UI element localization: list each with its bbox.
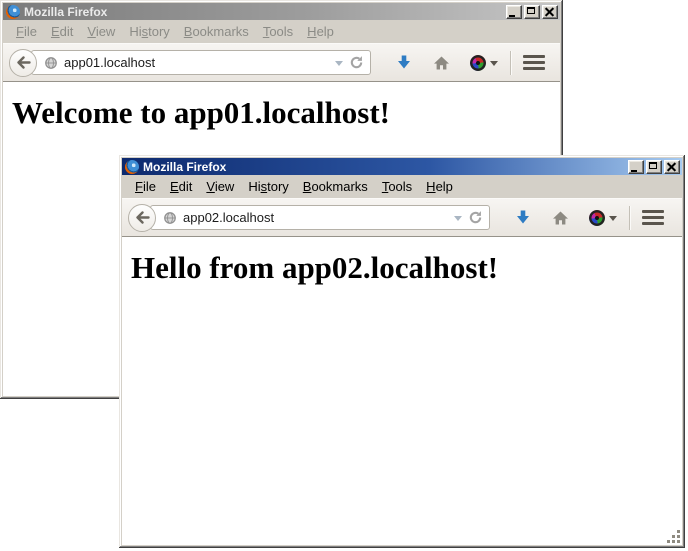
titlebar[interactable]: Mozilla Firefox: [122, 158, 682, 175]
menubar: File Edit View History Bookmarks Tools H…: [122, 175, 682, 198]
toolbar-separator: [510, 51, 511, 75]
navigation-toolbar: app01.localhost: [3, 43, 560, 82]
titlebar[interactable]: Mozilla Firefox: [3, 3, 560, 20]
url-bar[interactable]: app01.localhost: [31, 50, 371, 75]
home-button[interactable]: [433, 55, 450, 71]
close-icon[interactable]: [664, 160, 680, 174]
firefox-icon: [125, 160, 139, 174]
menu-help[interactable]: Help: [420, 177, 459, 196]
page-content-app02: Hello from app02.localhost!: [122, 237, 682, 545]
resize-grip-icon[interactable]: [668, 531, 681, 544]
window-title: Mozilla Firefox: [24, 5, 506, 19]
back-button[interactable]: [9, 49, 37, 77]
back-icon: [16, 56, 31, 69]
globe-icon: [163, 211, 177, 225]
window-controls: [628, 160, 680, 174]
maximize-icon[interactable]: [524, 5, 540, 19]
menu-help[interactable]: Help: [301, 22, 340, 41]
urlbar-dropdown-icon[interactable]: [454, 216, 462, 225]
browser-window-app02: Mozilla Firefox File Edit View History B…: [119, 155, 685, 548]
download-icon: [514, 209, 532, 226]
download-button[interactable]: [514, 209, 532, 226]
minimize-icon[interactable]: [506, 5, 522, 19]
menu-history[interactable]: History: [123, 22, 175, 41]
home-button[interactable]: [552, 210, 569, 226]
page-heading: Hello from app02.localhost!: [131, 249, 682, 286]
hamburger-menu-icon[interactable]: [642, 210, 664, 225]
back-icon: [135, 211, 150, 224]
addon-button[interactable]: [589, 210, 617, 226]
home-icon: [433, 55, 450, 71]
menu-file[interactable]: File: [10, 22, 43, 41]
addon-icon: [589, 210, 605, 226]
addon-button[interactable]: [470, 55, 498, 71]
home-icon: [552, 210, 569, 226]
download-icon: [395, 54, 413, 71]
menu-view[interactable]: View: [200, 177, 240, 196]
urlbar-dropdown-icon[interactable]: [335, 61, 343, 70]
window-controls: [506, 5, 558, 19]
menu-file[interactable]: File: [129, 177, 162, 196]
menu-bookmarks[interactable]: Bookmarks: [297, 177, 374, 196]
window-title: Mozilla Firefox: [143, 160, 628, 174]
menubar: File Edit View History Bookmarks Tools H…: [3, 20, 560, 43]
reload-icon[interactable]: [349, 55, 364, 70]
addon-icon: [470, 55, 486, 71]
menu-tools[interactable]: Tools: [257, 22, 299, 41]
back-button[interactable]: [128, 204, 156, 232]
hamburger-menu-icon[interactable]: [523, 55, 545, 70]
addon-dropdown-icon: [490, 61, 498, 70]
url-text[interactable]: app02.localhost: [183, 210, 454, 225]
download-button[interactable]: [395, 54, 413, 71]
firefox-icon: [6, 5, 20, 19]
menu-bookmarks[interactable]: Bookmarks: [178, 22, 255, 41]
menu-tools[interactable]: Tools: [376, 177, 418, 196]
menu-edit[interactable]: Edit: [164, 177, 198, 196]
navigation-toolbar: app02.localhost: [122, 198, 682, 237]
toolbar-separator: [629, 206, 630, 230]
reload-icon[interactable]: [468, 210, 483, 225]
addon-dropdown-icon: [609, 216, 617, 225]
url-bar[interactable]: app02.localhost: [150, 205, 490, 230]
page-heading: Welcome to app01.localhost!: [12, 94, 560, 131]
menu-view[interactable]: View: [81, 22, 121, 41]
close-icon[interactable]: [542, 5, 558, 19]
minimize-icon[interactable]: [628, 160, 644, 174]
globe-icon: [44, 56, 58, 70]
menu-edit[interactable]: Edit: [45, 22, 79, 41]
maximize-icon[interactable]: [646, 160, 662, 174]
url-text[interactable]: app01.localhost: [64, 55, 335, 70]
menu-history[interactable]: History: [242, 177, 294, 196]
